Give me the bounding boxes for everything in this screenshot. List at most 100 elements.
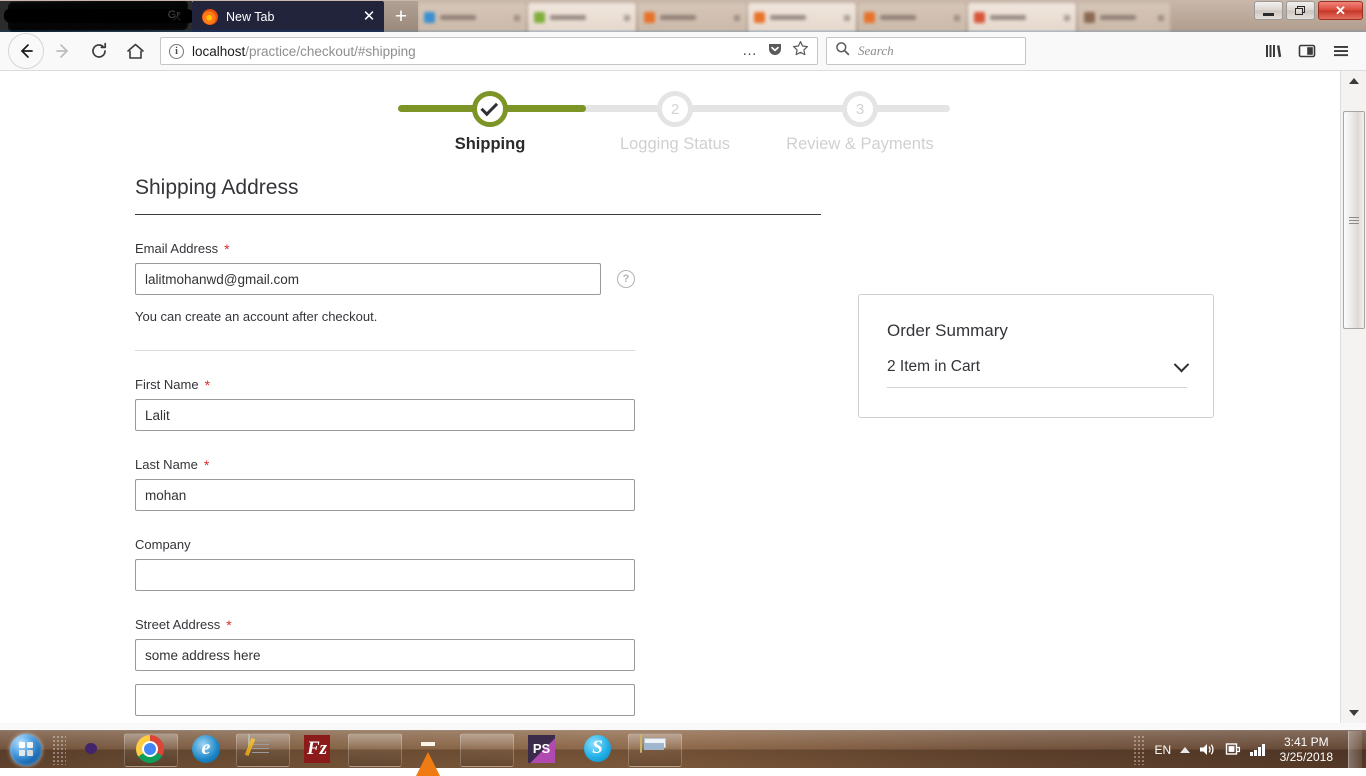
browser-tab-redacted[interactable]: Gr ✕ bbox=[0, 1, 192, 32]
tab-strip: Gr ✕ New Tab ✕ + ✕ bbox=[0, 0, 1366, 32]
reload-button[interactable] bbox=[82, 34, 116, 68]
taskbar-item-notepad-editor[interactable] bbox=[236, 733, 290, 767]
taskbar-grip bbox=[52, 735, 66, 765]
show-hidden-icons-button[interactable] bbox=[1180, 747, 1190, 753]
vlc-cone-icon bbox=[416, 735, 446, 765]
start-button[interactable] bbox=[2, 733, 50, 767]
search-input[interactable]: Search bbox=[858, 43, 894, 59]
street-address-line2-input[interactable] bbox=[135, 684, 635, 716]
address-bar[interactable]: i localhost/practice/checkout/#shipping … bbox=[160, 37, 818, 65]
label-text: Email Address bbox=[135, 241, 218, 256]
skype-icon: S bbox=[584, 735, 614, 765]
background-tabs-blurred[interactable] bbox=[418, 1, 1366, 32]
browser-tab-new-tab[interactable]: New Tab ✕ bbox=[192, 1, 384, 32]
address-area: i localhost/practice/checkout/#shipping … bbox=[154, 37, 1246, 65]
file-explorer-icon bbox=[640, 735, 670, 765]
hamburger-menu-icon[interactable] bbox=[1326, 36, 1356, 66]
cart-items-toggle[interactable]: 2 Item in Cart bbox=[887, 358, 1187, 388]
field-label-last-name: Last Name * bbox=[135, 457, 635, 472]
restore-button[interactable] bbox=[1286, 1, 1315, 20]
sidebar-icon[interactable] bbox=[1292, 36, 1322, 66]
signal-bars-icon[interactable] bbox=[1250, 743, 1265, 756]
filezilla-icon: Fz bbox=[304, 735, 334, 765]
site-info-icon[interactable]: i bbox=[169, 44, 184, 59]
field-email: Email Address * lalitmohanwd@gmail.com ?… bbox=[135, 241, 635, 324]
taskbar-item-phpstorm[interactable]: PS bbox=[516, 733, 570, 767]
required-marker: * bbox=[205, 378, 210, 392]
order-summary-title: Order Summary bbox=[887, 321, 1185, 341]
firefox-icon bbox=[472, 735, 502, 765]
last-name-input[interactable]: mohan bbox=[135, 479, 635, 511]
field-label-street-address: Street Address * bbox=[135, 617, 635, 632]
address-bar-actions: … bbox=[742, 40, 809, 62]
show-desktop-button[interactable] bbox=[1348, 731, 1362, 769]
progress-step-logging-status[interactable]: 2 bbox=[657, 91, 693, 127]
clock-date: 3/25/2018 bbox=[1280, 750, 1333, 765]
page-scrollbar-vertical[interactable] bbox=[1340, 71, 1366, 723]
url-text: localhost/practice/checkout/#shipping bbox=[192, 44, 734, 59]
taskbar-item-sourcetree[interactable] bbox=[348, 733, 402, 767]
page-actions-icon[interactable]: … bbox=[742, 46, 758, 56]
progress-step-review-payments[interactable]: 3 bbox=[842, 91, 878, 127]
cart-item-count: 2 Item in Cart bbox=[887, 358, 980, 376]
checkout-progress-bar: 2 3 Shipping Logging Status Review & Pay… bbox=[398, 91, 950, 171]
clock[interactable]: 3:41 PM 3/25/2018 bbox=[1274, 735, 1339, 765]
tab-close-icon[interactable]: ✕ bbox=[168, 8, 186, 26]
taskbar-item-mozilla-firefox[interactable] bbox=[460, 733, 514, 767]
windows-taskbar: e Fz PS S EN bbox=[0, 730, 1366, 768]
home-button[interactable] bbox=[118, 34, 152, 68]
taskbar-item-skype[interactable]: S bbox=[572, 733, 626, 767]
phpstorm-icon: PS bbox=[528, 735, 558, 765]
progress-label-review-payments: Review & Payments bbox=[760, 135, 960, 154]
library-icon[interactable] bbox=[1258, 36, 1288, 66]
taskbar-item-file-explorer[interactable] bbox=[628, 733, 682, 767]
email-input[interactable]: lalitmohanwd@gmail.com bbox=[135, 263, 601, 295]
tab-title: New Tab bbox=[226, 10, 274, 24]
navigation-toolbar: i localhost/practice/checkout/#shipping … bbox=[0, 32, 1366, 71]
field-row-email: lalitmohanwd@gmail.com ? bbox=[135, 263, 635, 295]
scrollbar-thumb[interactable] bbox=[1343, 111, 1365, 329]
chevron-down-icon[interactable] bbox=[1174, 356, 1190, 372]
speaker-icon[interactable] bbox=[1199, 742, 1216, 757]
back-button[interactable] bbox=[8, 33, 44, 69]
firefox-favicon bbox=[202, 9, 218, 25]
help-tooltip-icon[interactable]: ? bbox=[617, 270, 635, 288]
scroll-up-button[interactable] bbox=[1341, 71, 1366, 91]
field-label-first-name: First Name * bbox=[135, 377, 635, 392]
minimize-button[interactable] bbox=[1254, 1, 1283, 20]
taskbar-item-internet-explorer[interactable]: e bbox=[180, 733, 234, 767]
taskbar-item-filezilla[interactable]: Fz bbox=[292, 733, 346, 767]
search-bar[interactable]: Search bbox=[826, 37, 1026, 65]
new-tab-button[interactable]: + bbox=[384, 1, 418, 32]
scrollbar-grip bbox=[1349, 215, 1359, 226]
sourcetree-icon bbox=[360, 735, 390, 765]
progress-label-shipping: Shipping bbox=[390, 135, 590, 154]
field-label-company: Company bbox=[135, 537, 635, 552]
checkout-page: 2 3 Shipping Logging Status Review & Pay… bbox=[0, 71, 1340, 723]
language-indicator[interactable]: EN bbox=[1154, 743, 1171, 757]
required-marker: * bbox=[224, 242, 229, 256]
system-tray: EN 3:41 PM 3/25/2018 bbox=[1133, 731, 1366, 769]
pocket-icon[interactable] bbox=[767, 41, 783, 62]
street-address-line1-input[interactable]: some address here bbox=[135, 639, 635, 671]
close-button[interactable]: ✕ bbox=[1318, 1, 1363, 20]
taskbar-item-google-chrome[interactable] bbox=[124, 733, 178, 767]
field-first-name: First Name * Lalit bbox=[135, 377, 635, 431]
label-text: Company bbox=[135, 537, 191, 552]
tab-close-icon[interactable]: ✕ bbox=[360, 8, 378, 26]
company-input[interactable] bbox=[135, 559, 635, 591]
network-icon[interactable] bbox=[1225, 742, 1241, 757]
order-summary-card: Order Summary 2 Item in Cart bbox=[858, 294, 1214, 418]
field-last-name: Last Name * mohan bbox=[135, 457, 635, 511]
scroll-down-button[interactable] bbox=[1341, 703, 1366, 723]
taskbar-item-vlc-media-player[interactable] bbox=[404, 733, 458, 767]
url-host: localhost bbox=[192, 44, 245, 59]
taskbar-item-unknown-purple-app[interactable] bbox=[68, 733, 122, 767]
bookmark-star-icon[interactable] bbox=[792, 40, 809, 62]
shipping-address-form: Shipping Address Email Address * lalitmo… bbox=[135, 176, 821, 716]
progress-step-shipping[interactable] bbox=[472, 91, 508, 127]
label-text: First Name bbox=[135, 377, 199, 392]
internet-explorer-icon: e bbox=[192, 735, 222, 765]
taskbar-items: e Fz PS S bbox=[68, 733, 682, 767]
first-name-input[interactable]: Lalit bbox=[135, 399, 635, 431]
